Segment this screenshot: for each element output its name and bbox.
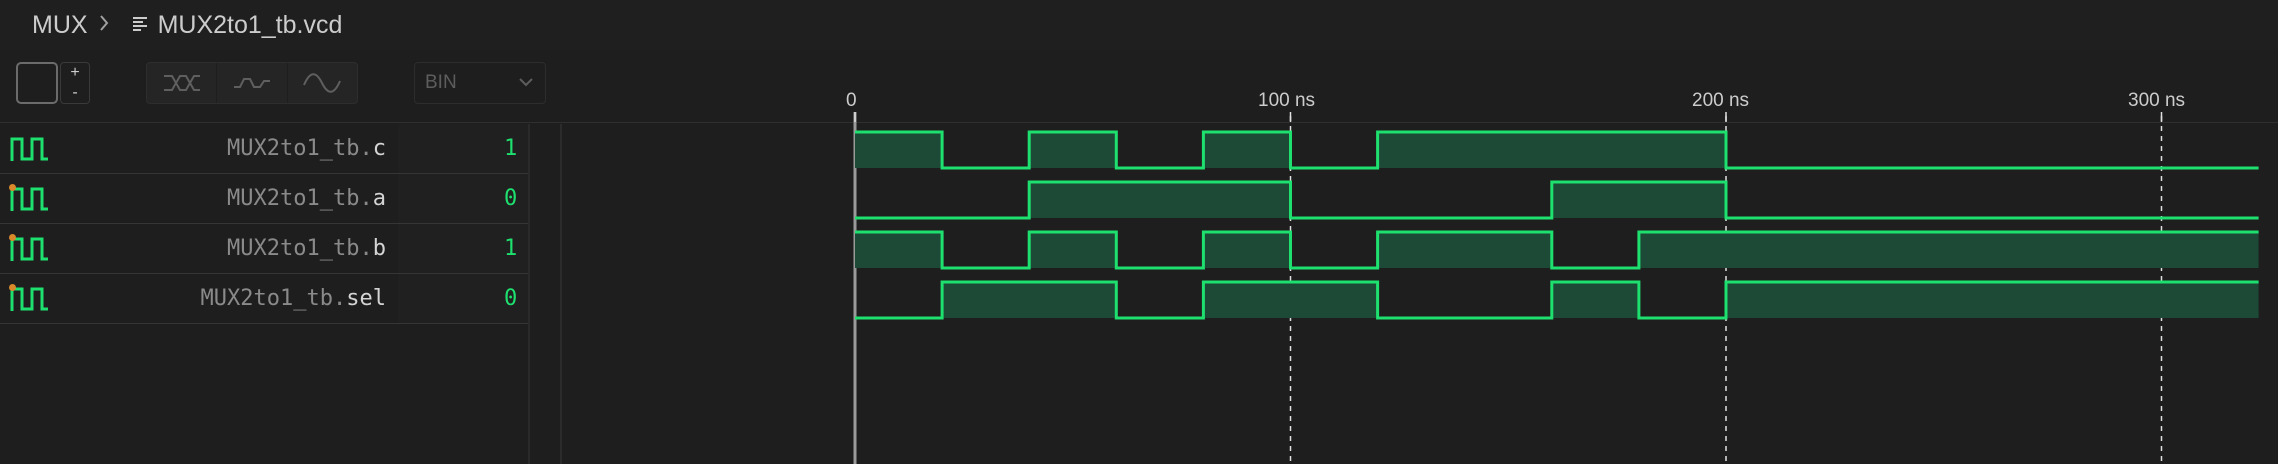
wave-high-fill (1029, 232, 1117, 268)
wave-high-fill (1638, 232, 2259, 268)
wave-high-fill (1203, 232, 1291, 268)
wave-high-fill (1551, 282, 1639, 318)
waveform-viewer[interactable] (0, 0, 2278, 464)
wave-high-fill (1726, 282, 2259, 318)
wave-high-fill (1203, 282, 1378, 318)
wave-high-fill (1029, 132, 1117, 168)
wave-high-fill (1377, 132, 1726, 168)
wave-high-fill (1203, 132, 1291, 168)
wave-high-fill (1377, 232, 1552, 268)
wave-high-fill (855, 232, 943, 268)
wave-high-fill (855, 132, 943, 168)
wave-high-fill (1551, 182, 1726, 218)
wave-high-fill (1029, 182, 1291, 218)
wave-high-fill (942, 282, 1117, 318)
